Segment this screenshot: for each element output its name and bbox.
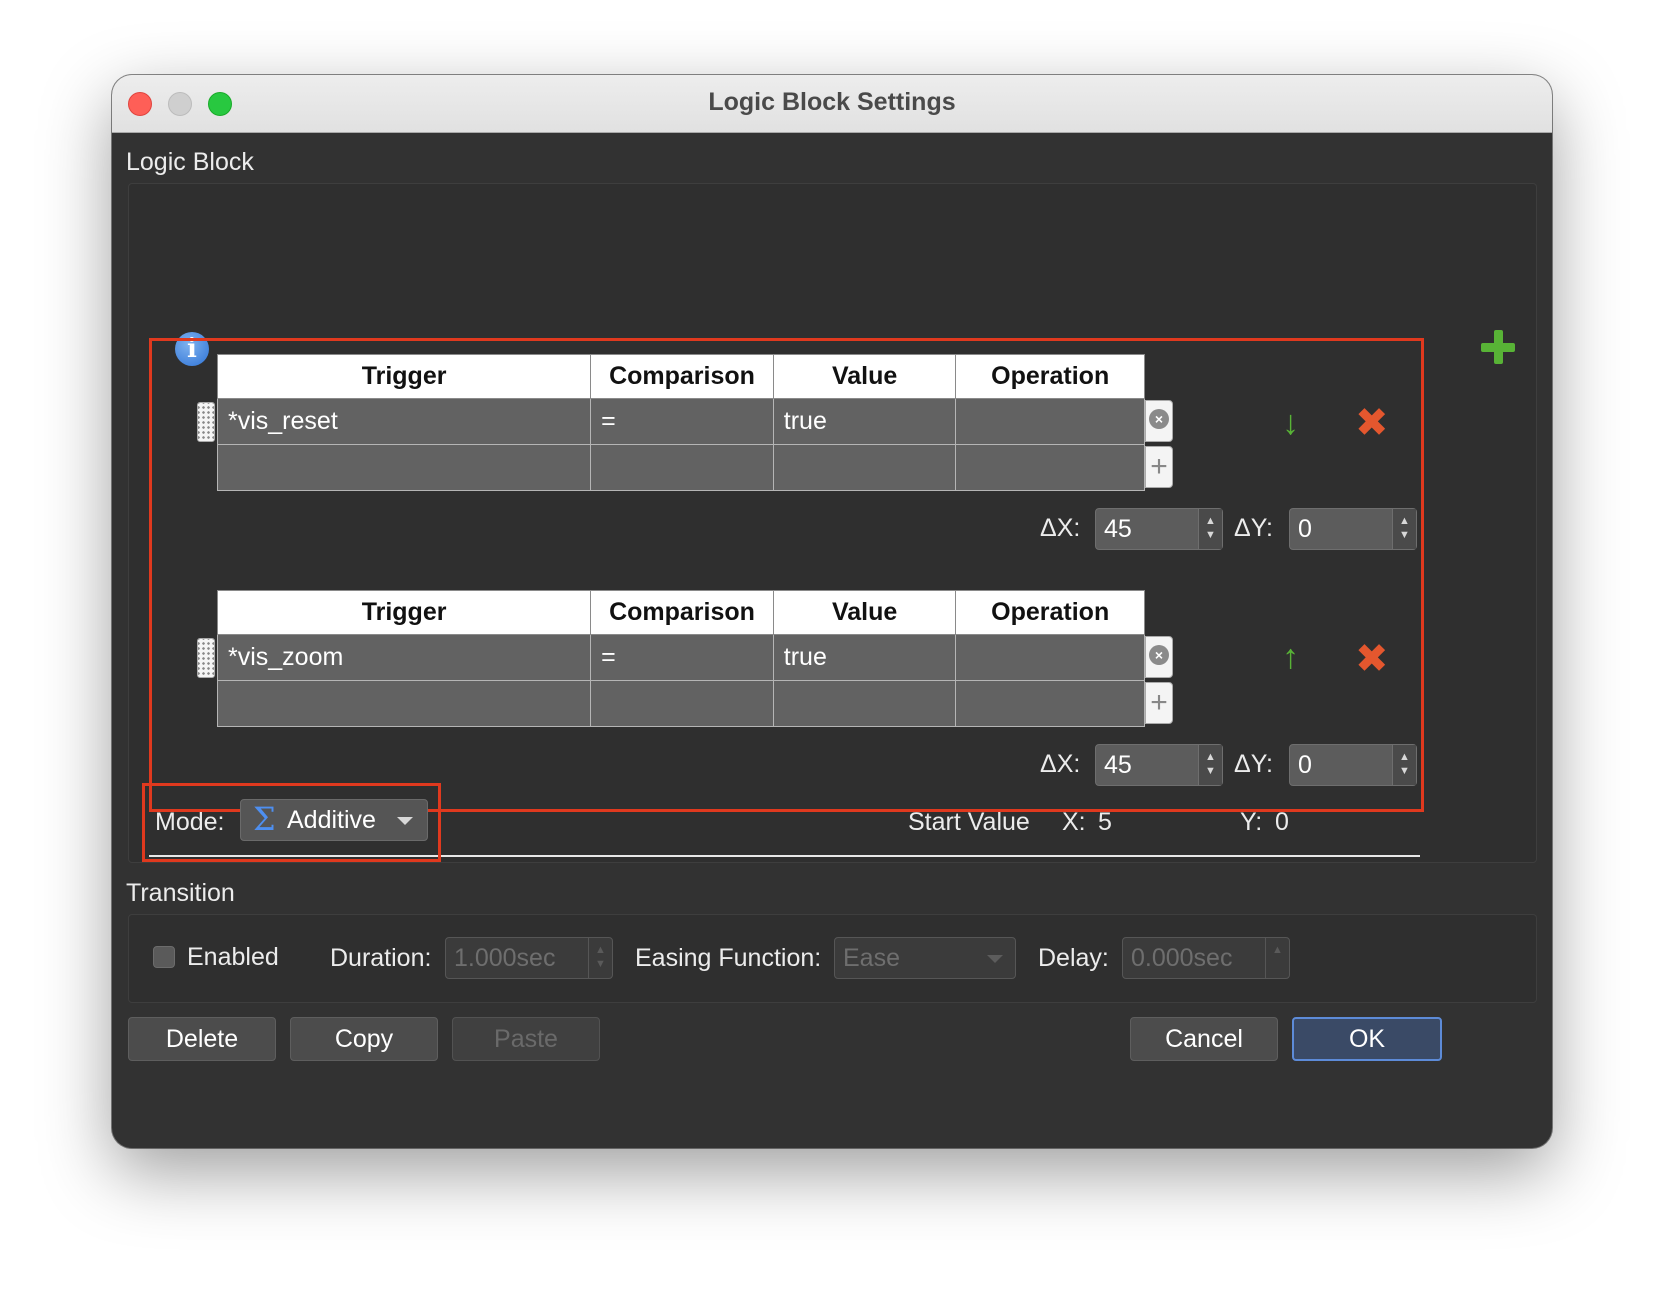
remove-block-x-icon[interactable]: ✖ — [1355, 400, 1389, 446]
mode-value: Additive — [287, 806, 376, 834]
column-header-trigger[interactable]: Trigger — [218, 355, 592, 398]
column-header-trigger[interactable]: Trigger — [218, 591, 592, 634]
dx-spinbox[interactable]: 45 ▲ ▼ — [1095, 744, 1223, 786]
start-value-label: Start Value — [908, 808, 1030, 836]
value-cell[interactable] — [774, 445, 957, 490]
table-header: Trigger Comparison Value Operation — [217, 590, 1145, 635]
trigger-cell[interactable]: *vis_zoom — [218, 635, 592, 680]
logic-block-section-label: Logic Block — [126, 148, 254, 176]
delay-value: 0.000sec — [1131, 944, 1233, 972]
value-cell[interactable]: true — [774, 635, 957, 680]
add-block-plus-icon[interactable] — [1481, 330, 1515, 364]
transition-group: Enabled Duration: 1.000sec ▲ ▼ Easing Fun… — [128, 914, 1537, 1003]
dx-value: 45 — [1104, 751, 1132, 779]
stepper-arrows-icon[interactable]: ▲ ▼ — [1392, 509, 1416, 549]
value-cell[interactable] — [774, 681, 957, 726]
table-row[interactable]: *vis_zoom = true — [217, 635, 1145, 681]
dy-value: 0 — [1298, 751, 1312, 779]
sigma-icon: Σ — [253, 800, 276, 838]
operation-cell[interactable] — [956, 681, 1144, 726]
column-header-comparison[interactable]: Comparison — [591, 355, 774, 398]
mode-dropdown[interactable]: Σ Additive — [240, 799, 428, 841]
table-row[interactable] — [217, 681, 1145, 727]
stepper-arrows-icon[interactable]: ▲ ▼ — [1392, 745, 1416, 785]
column-header-operation[interactable]: Operation — [956, 591, 1144, 634]
start-x-label: X: — [1062, 808, 1086, 836]
column-header-comparison[interactable]: Comparison — [591, 591, 774, 634]
easing-dropdown[interactable]: Ease — [834, 937, 1016, 979]
window-title: Logic Block Settings — [708, 88, 956, 116]
delete-button[interactable]: Delete — [128, 1017, 276, 1061]
start-x-value: 5 — [1098, 808, 1112, 836]
stepper-arrows-icon[interactable]: ▲ ▼ — [1198, 745, 1222, 785]
cancel-button[interactable]: Cancel — [1130, 1017, 1278, 1061]
delay-label: Delay: — [1038, 944, 1109, 972]
add-row-button[interactable]: + — [1145, 682, 1173, 724]
dx-label: ΔX: — [1040, 514, 1081, 542]
start-y-label: Y: — [1240, 808, 1263, 836]
dx-label: ΔX: — [1040, 750, 1081, 778]
easing-value: Ease — [843, 944, 900, 972]
chevron-down-icon — [397, 817, 413, 825]
dx-spinbox[interactable]: 45 ▲ ▼ — [1095, 508, 1223, 550]
logic-block-group: i Trigger Comparison Value Operation *vi… — [128, 183, 1537, 863]
chevron-down-icon — [987, 955, 1003, 963]
enabled-label: Enabled — [187, 943, 279, 971]
title-bar: Logic Block Settings — [112, 75, 1552, 133]
drag-handle[interactable] — [197, 402, 215, 442]
stepper-arrows-icon[interactable]: ▲ — [1265, 938, 1289, 978]
mode-label: Mode: — [155, 808, 225, 836]
paste-button[interactable]: Paste — [452, 1017, 600, 1061]
trigger-cell[interactable]: *vis_reset — [218, 399, 592, 444]
table-row[interactable] — [217, 445, 1145, 491]
comparison-cell[interactable] — [591, 681, 774, 726]
remove-row-button[interactable]: × — [1145, 636, 1173, 678]
move-up-arrow-icon[interactable]: ↑ — [1282, 638, 1299, 677]
dx-value: 45 — [1104, 515, 1132, 543]
operation-cell[interactable] — [956, 445, 1144, 490]
column-header-value[interactable]: Value — [774, 591, 957, 634]
trigger-cell[interactable] — [218, 681, 592, 726]
column-header-value[interactable]: Value — [774, 355, 957, 398]
remove-row-icon: × — [1149, 409, 1169, 429]
remove-row-icon: × — [1149, 645, 1169, 665]
remove-row-button[interactable]: × — [1145, 400, 1173, 442]
comparison-cell[interactable] — [591, 445, 774, 490]
dy-label: ΔY: — [1234, 750, 1273, 778]
transition-section-label: Transition — [126, 879, 235, 907]
dy-spinbox[interactable]: 0 ▲ ▼ — [1289, 508, 1417, 550]
column-header-operation[interactable]: Operation — [956, 355, 1144, 398]
duration-value: 1.000sec — [454, 944, 556, 972]
remove-block-x-icon[interactable]: ✖ — [1355, 636, 1389, 682]
comparison-cell[interactable]: = — [591, 399, 774, 444]
ok-button[interactable]: OK — [1292, 1017, 1442, 1061]
easing-label: Easing Function: — [635, 944, 822, 972]
stepper-arrows-icon[interactable]: ▲ ▼ — [588, 938, 612, 978]
dialog-window: Logic Block Settings Logic Block i Trigg… — [112, 75, 1552, 1148]
table-header: Trigger Comparison Value Operation — [217, 354, 1145, 399]
dy-label: ΔY: — [1234, 514, 1273, 542]
add-row-button[interactable]: + — [1145, 446, 1173, 488]
table-row[interactable]: *vis_reset = true — [217, 399, 1145, 445]
duration-label: Duration: — [330, 944, 432, 972]
dy-spinbox[interactable]: 0 ▲ ▼ — [1289, 744, 1417, 786]
copy-button[interactable]: Copy — [290, 1017, 438, 1061]
value-cell[interactable]: true — [774, 399, 957, 444]
comparison-cell[interactable]: = — [591, 635, 774, 680]
drag-handle[interactable] — [197, 638, 215, 678]
trigger-cell[interactable] — [218, 445, 592, 490]
enabled-checkbox[interactable] — [153, 946, 175, 968]
stepper-arrows-icon[interactable]: ▲ ▼ — [1198, 509, 1222, 549]
duration-spinbox[interactable]: 1.000sec ▲ ▼ — [445, 937, 613, 979]
delay-spinbox[interactable]: 0.000sec ▲ — [1122, 937, 1290, 979]
start-y-value: 0 — [1275, 808, 1289, 836]
operation-cell[interactable] — [956, 635, 1144, 680]
operation-cell[interactable] — [956, 399, 1144, 444]
move-down-arrow-icon[interactable]: ↓ — [1282, 404, 1299, 443]
dy-value: 0 — [1298, 515, 1312, 543]
